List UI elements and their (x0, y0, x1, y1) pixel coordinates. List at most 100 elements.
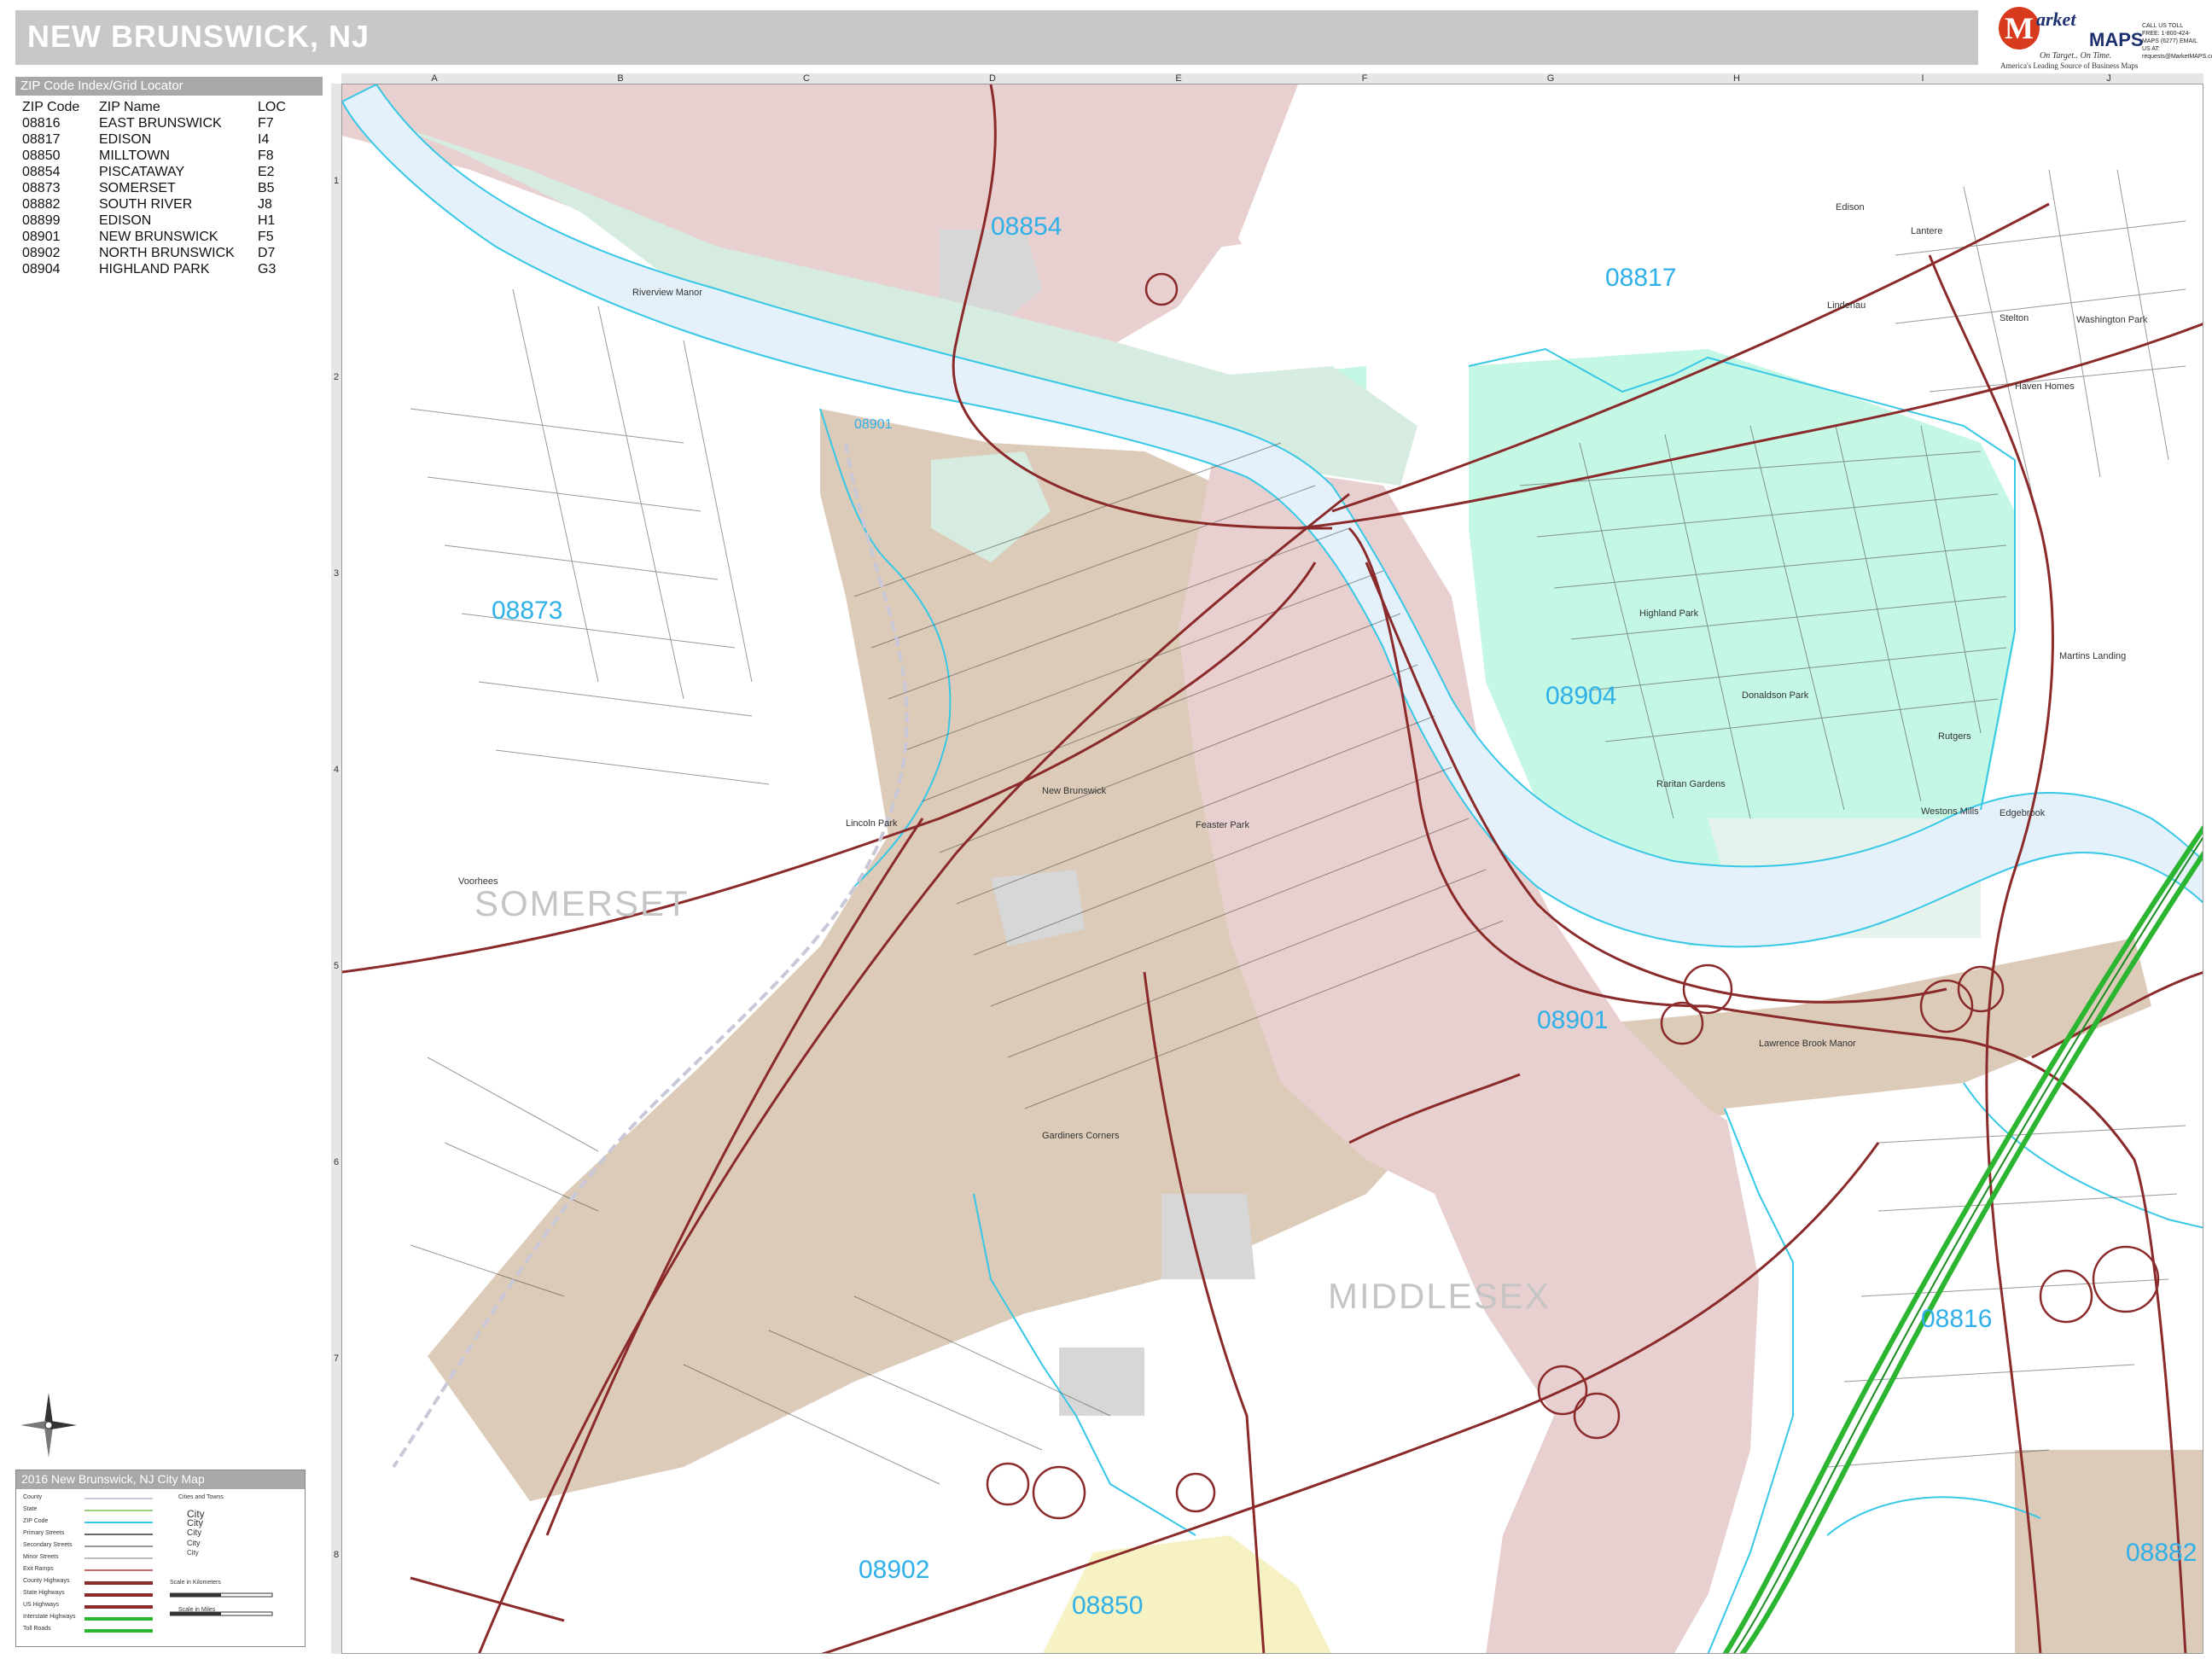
zip-index-row: 08882 SOUTH RIVER J8 (22, 196, 304, 212)
legend-line-swatch (84, 1545, 153, 1547)
county-label: SOMERSET (474, 883, 690, 923)
legend-scale-km: Scale in Kilometers (170, 1580, 221, 1586)
zip-index-row: 08817 EDISON I4 (22, 131, 304, 148)
zip-loc-cell: F5 (258, 230, 274, 244)
grid-row-label: 3 (333, 568, 340, 579)
legend-item-label: ZIP Code (23, 1518, 49, 1524)
zip-name-cell: PISCATAWAY (99, 165, 185, 179)
zip-loc-cell: E2 (258, 165, 275, 179)
legend-item-label: State Highways (23, 1590, 65, 1596)
zip-label: 08901 (1537, 1006, 1609, 1034)
brand-name-2: MAPS (2089, 29, 2144, 50)
zip-col-header: ZIP Code (22, 100, 80, 114)
zip-loc-cell: F7 (258, 116, 274, 131)
zip-loc-cell: G3 (258, 262, 276, 276)
grid-row-label: 5 (333, 961, 340, 971)
zip-label: 08901 (854, 417, 893, 432)
legend-line-swatch (84, 1569, 153, 1571)
legend-item-label: County (23, 1494, 43, 1500)
zip-index: ZIP Code Index/Grid Locator ZIP Code ZIP… (15, 77, 323, 277)
zip-label: 08816 (1921, 1305, 1993, 1333)
legend-line-swatch (84, 1510, 153, 1511)
zip-col-header: LOC (258, 100, 286, 114)
logo-icon: M (1999, 7, 2040, 49)
grid-column-label: H (1733, 73, 1740, 84)
place-label: Rutgers (1938, 731, 1971, 742)
zip-index-row: 08816 EAST BRUNSWICK F7 (22, 115, 304, 131)
legend-city-size: City (187, 1518, 203, 1528)
legend-item-label: Primary Streets (23, 1530, 65, 1536)
place-label: Gardiners Corners (1042, 1131, 1120, 1141)
legend-item-label: Minor Streets (23, 1554, 59, 1560)
brand-subtagline: America's Leading Source of Business Map… (2000, 61, 2139, 70)
legend-city-size: City (187, 1528, 202, 1538)
place-label: Lawrence Brook Manor (1759, 1039, 1856, 1049)
zip-label: 08817 (1605, 264, 1677, 292)
place-label: Feaster Park (1196, 820, 1249, 830)
county-label: MIDDLESEX (1328, 1276, 1551, 1316)
map-canvas[interactable]: 08854 08817 08901 08873 08904 08901 0881… (341, 84, 2203, 1654)
grid-column-label: B (617, 73, 624, 84)
zip-loc-cell: B5 (258, 181, 275, 195)
zip-name-cell: NORTH BRUNSWICK (99, 246, 235, 260)
legend-line-swatch (84, 1581, 153, 1585)
legend-line-swatch (84, 1593, 153, 1597)
place-label: New Brunswick (1042, 786, 1107, 796)
grid-column-label: J (2106, 73, 2111, 84)
legend-item-label: Exit Ramps (23, 1566, 54, 1572)
grid-row-label: 7 (333, 1353, 340, 1364)
zip-code-cell: 08902 (22, 246, 61, 260)
place-label: Lantere (1911, 226, 1943, 236)
zip-label: 08902 (859, 1556, 930, 1584)
grid-column-label: C (803, 73, 810, 84)
brand-tagline: On Target.. On Time. (2040, 51, 2112, 61)
compass-rose-icon (19, 1391, 79, 1459)
zip-name-cell: EDISON (99, 132, 152, 147)
zip-loc-cell: J8 (258, 197, 272, 212)
legend-item-label: County Highways (23, 1578, 70, 1584)
zip-code-cell: 08873 (22, 181, 61, 195)
zip-label: 08850 (1072, 1592, 1144, 1620)
zip-name-cell: EAST BRUNSWICK (99, 116, 222, 131)
grid-column-label: D (989, 73, 996, 84)
grid-row-label: 8 (333, 1550, 340, 1560)
zip-name-cell: NEW BRUNSWICK (99, 230, 218, 244)
place-label: Martins Landing (2059, 651, 2127, 661)
grid-column-label: G (1546, 73, 1555, 84)
zip-index-row: 08902 NORTH BRUNSWICK D7 (22, 245, 304, 261)
place-label: Highland Park (1639, 608, 1699, 619)
zip-loc-cell: D7 (258, 246, 276, 260)
legend-line-swatch (84, 1522, 153, 1523)
place-label: Edison (1836, 202, 1865, 212)
place-label: Haven Homes (2015, 381, 2075, 392)
place-label: Raritan Gardens (1656, 779, 1726, 789)
grid-row-label: 4 (333, 765, 340, 775)
place-label: Riverview Manor (632, 288, 702, 298)
zone-cemetery-3 (1059, 1348, 1144, 1416)
grid-column-label: I (1921, 73, 1924, 84)
zip-code-cell: 08899 (22, 213, 61, 228)
legend-item-label: Interstate Highways (23, 1614, 76, 1620)
place-label: Voorhees (458, 876, 498, 887)
zip-label: 08873 (492, 597, 563, 625)
grid-column-label: F (1361, 73, 1368, 84)
zip-code-cell: 08816 (22, 116, 61, 131)
zip-index-row: 08904 HIGHLAND PARK G3 (22, 261, 304, 277)
zip-name-cell: SOUTH RIVER (99, 197, 193, 212)
zip-code-cell: 08882 (22, 197, 61, 212)
legend-title: 2016 New Brunswick, NJ City Map (16, 1470, 305, 1489)
zip-index-row: 08873 SOMERSET B5 (22, 180, 304, 196)
grid-column-label: A (431, 73, 438, 84)
zip-col-header: ZIP Name (99, 100, 160, 114)
zip-index-row: 08854 PISCATAWAY E2 (22, 164, 304, 180)
zip-name-cell: HIGHLAND PARK (99, 262, 210, 276)
legend-item-label: Secondary Streets (23, 1542, 73, 1548)
legend-item-label: State (23, 1506, 38, 1512)
legend-line-swatch (84, 1629, 153, 1633)
place-label: Donaldson Park (1742, 690, 1809, 701)
zip-code-cell: 08850 (22, 148, 61, 163)
grid-column-label: E (1175, 73, 1182, 84)
zip-name-cell: SOMERSET (99, 181, 176, 195)
zip-name-cell: EDISON (99, 213, 152, 228)
zip-code-cell: 08817 (22, 132, 61, 147)
